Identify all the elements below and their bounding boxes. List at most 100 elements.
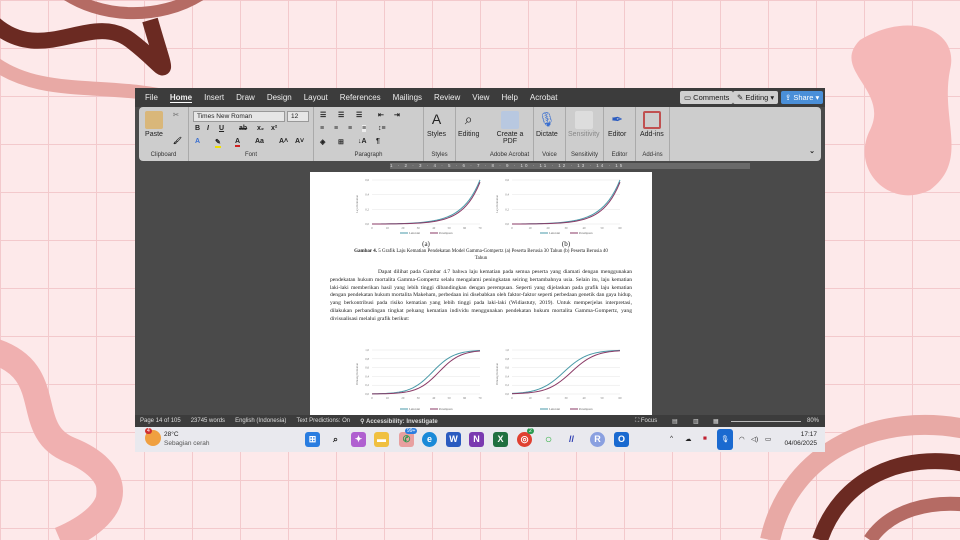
wifi-icon[interactable]: ◠ [739,435,745,443]
tab-view[interactable]: View [472,93,489,102]
voice-typing-mic-icon[interactable]: 🎙 [717,429,733,450]
sort-button[interactable]: ↓A [358,138,367,145]
document-page[interactable]: 0,0 0,2 0,4 0,6 0 10 20 30 40 50 60 70 Laju Kematian… [310,172,652,415]
increase-indent-button[interactable]: ⇥ [394,111,400,119]
font-size-select[interactable]: 12 [287,111,309,122]
change-case-button[interactable]: Aa [255,138,264,145]
font-color-button[interactable]: A [235,138,241,147]
tab-help[interactable]: Help [501,93,517,102]
tab-references[interactable]: References [340,93,381,102]
onenote-icon[interactable]: N [469,432,484,447]
addins-button[interactable]: Add-ins [640,111,664,138]
legend-label: Perempuan [579,407,593,411]
chrome-icon[interactable]: ◎ [517,432,532,447]
editor-button[interactable]: ✒ Editor [608,111,626,138]
cut-icon[interactable]: ✂ [173,111,179,119]
zoom-slider[interactable] [731,421,801,422]
app-slash-icon[interactable]: // [564,432,579,447]
shrink-font-button[interactable]: A˅ [295,138,304,145]
tray-chevron-icon[interactable]: ^ [670,435,673,442]
app-r-icon[interactable]: R [590,432,605,447]
clock-time[interactable]: 17:17 [801,431,817,438]
superscript-button[interactable]: x² [271,125,277,132]
start-icon[interactable]: ⊞ [305,432,320,447]
edge-icon[interactable]: e [422,432,437,447]
editing-mode-button[interactable]: ✎ Editing ▾ [733,91,779,104]
copilot-icon[interactable]: ✦ [351,432,366,447]
align-left-button[interactable]: ≡ [320,125,324,132]
tab-insert[interactable]: Insert [204,93,224,102]
paste-button[interactable]: Paste [145,111,163,138]
print-layout-icon[interactable]: ▥ [693,418,699,425]
font-group: Times New Roman 12 B I U ab x₂ x² A ✎ A … [189,107,314,161]
tab-home[interactable]: Home [169,93,193,103]
create-pdf-button[interactable]: Create a PDF [490,111,530,145]
styles-label: Styles [427,131,447,138]
text-effects-button[interactable]: A [195,138,200,145]
onedrive-icon[interactable]: ☁ [685,435,692,443]
highlight-button[interactable]: ✎ [215,138,221,148]
multilevel-list-button[interactable]: ☰ [356,111,362,119]
outlook-icon[interactable]: O [614,432,629,447]
tab-design[interactable]: Design [267,93,292,102]
tab-layout[interactable]: Layout [304,93,328,102]
tray-app-icon[interactable]: ■ [703,435,707,442]
series-line-laki-laki [511,349,621,394]
zoom-level[interactable]: 80% [807,418,819,424]
subscript-button[interactable]: x₂ [257,125,264,132]
styles-button[interactable]: A Styles [427,111,446,138]
legend-label: Perempuan [579,231,593,235]
comments-button[interactable]: ▭ Comments [680,91,734,104]
text-predictions[interactable]: Text Predictions: On [296,418,350,424]
y-axis-label: Laju Kematian [355,195,359,213]
shading-button[interactable]: ◈ [320,138,325,146]
microphone-icon: 🎙 [538,111,556,127]
addins-label: Add-ins [640,131,664,138]
file-explorer-icon[interactable]: ▬ [374,432,389,447]
show-formatting-button[interactable]: ¶ [376,138,380,145]
strikethrough-button[interactable]: ab [239,125,247,132]
bullets-button[interactable]: ☰ [320,111,326,119]
word-count[interactable]: 23745 words [191,418,225,424]
excel-icon[interactable]: X [493,432,508,447]
focus-button[interactable]: ⛶ Focus [635,418,667,425]
whatsapp-icon[interactable]: ✆ [399,432,414,447]
page-count[interactable]: Page 14 of 105 [140,418,181,424]
share-button[interactable]: ⇪ Share ▾ [781,91,824,104]
ruler[interactable]: 1 · 2 · 3 · 4 · 5 · 6 · 7 · 8 · 9 · 10 ·… [135,162,825,170]
read-mode-icon[interactable]: ▤ [672,418,678,425]
format-painter-icon[interactable]: 🖌 [173,137,182,145]
tab-review[interactable]: Review [434,93,460,102]
word-icon[interactable]: W [446,432,461,447]
grow-font-button[interactable]: A˄ [279,138,288,145]
numbering-button[interactable]: ☰ [338,111,344,119]
decrease-indent-button[interactable]: ⇤ [378,111,384,119]
search-icon[interactable]: ⌕ [328,432,343,447]
clock-date[interactable]: 04/06/2025 [784,440,817,447]
font-name-select[interactable]: Times New Roman [193,111,285,122]
editing-label: Editing [745,93,769,102]
dictate-button[interactable]: 🎙 Dictate [536,111,558,138]
accessibility-status[interactable]: ⚲ Accessibility: Investigate [360,418,448,425]
justify-button[interactable]: ≡ [362,125,367,132]
tab-draw[interactable]: Draw [236,93,255,102]
battery-icon[interactable]: ▭ [765,435,771,443]
tab-acrobat[interactable]: Acrobat [530,93,558,102]
borders-button[interactable]: ⊞ [338,138,344,146]
line-spacing-button[interactable]: ↕≡ [378,125,386,132]
chart-death-rate-b: 0,0 0,2 0,4 0,6 0 10 20 30 40 50 60 Laju Kematian La… [495,178,622,235]
tab-file[interactable]: File [145,93,158,102]
tab-mailings[interactable]: Mailings [393,93,422,102]
editing-button[interactable]: ⌕ Editing [458,111,479,138]
web-layout-icon[interactable]: ▦ [713,418,719,425]
volume-icon[interactable]: ◁) [751,435,758,443]
sensitivity-button[interactable]: Sensitivity [568,111,600,138]
language[interactable]: English (Indonesia) [235,418,286,424]
app-ring-icon[interactable]: ○ [541,432,556,447]
align-right-button[interactable]: ≡ [348,125,352,132]
collapse-ribbon-chevron-icon[interactable]: ⌄ [809,147,815,155]
align-center-button[interactable]: ≡ [334,125,338,132]
bold-button[interactable]: B [195,125,200,132]
underline-button[interactable]: U [219,125,224,132]
italic-button[interactable]: I [207,125,209,132]
